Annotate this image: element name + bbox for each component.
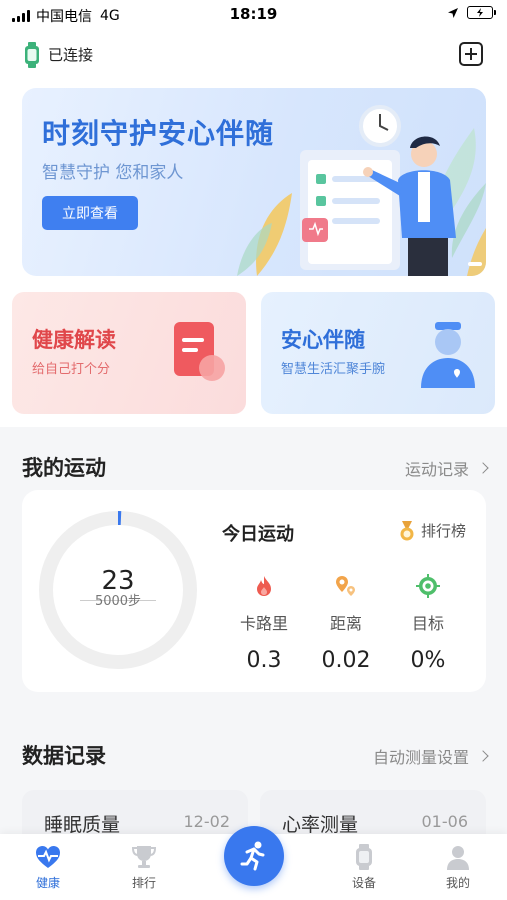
distance-label: 距离 [329,614,362,633]
add-button[interactable] [459,42,483,66]
goal-value: 0% [410,648,446,673]
exercise-section-header: 我的运动 运动记录 [0,446,507,486]
health-card-subtitle: 给自己打个分 [32,362,111,377]
auto-measure-settings-link[interactable]: 自动测量设置 [372,744,489,768]
view-now-button[interactable]: 立即查看 [42,196,138,230]
status-right [447,6,496,19]
leaderboard-link[interactable]: 排行榜 [398,520,466,541]
calories-value: 0.3 [246,648,282,673]
charging-bolt-icon [477,8,483,17]
records-section-title: 数据记录 [22,744,106,768]
tab-mine-label: 我的 [445,876,470,890]
heart-rate-date: 01-06 [421,812,469,831]
watch-icon [25,42,39,68]
chevron-right-icon [477,750,489,762]
tab-ranking-label: 排行 [131,876,156,890]
status-time: 18:19 [229,5,278,23]
calories-label: 卡路里 [239,614,288,633]
sleep-quality-title: 睡眠质量 [44,814,121,836]
distance-value: 0.02 [321,648,371,673]
goal-label: 目标 [411,614,444,633]
banner-subtitle: 智慧守护 您和家人 [42,163,184,183]
safety-card-subtitle: 智慧生活汇聚手腕 [281,362,386,377]
heart-pulse-icon [36,846,60,868]
bottom-tab-bar: 健康 排行 设备 我的 [0,826,507,900]
tab-mine[interactable]: 我的 [428,844,488,891]
exercise-record-link[interactable]: 运动记录 [404,456,489,480]
sleep-quality-date: 12-02 [183,812,231,831]
chevron-right-icon [477,462,489,474]
distance-metric: 距离 0.02 [306,574,386,673]
tab-device[interactable]: 设备 [334,844,394,891]
tab-device-label: 设备 [351,876,376,890]
heart-rate-title: 心率测量 [282,814,359,836]
watch-icon [356,844,372,870]
leaderboard-label: 排行榜 [420,522,466,540]
top-bar: 已连接 [0,30,507,82]
exercise-record-label: 运动记录 [404,460,469,479]
trophy-icon [131,846,157,868]
safety-card-title: 安心伴随 [281,328,365,352]
connection-status: 已连接 [48,46,94,64]
goal-metric: 目标 0% [388,574,468,673]
flame-icon [257,576,271,596]
location-pin-icon [336,576,355,596]
auto-measure-settings-label: 自动测量设置 [372,748,469,767]
records-section-header: 数据记录 自动测量设置 [0,734,507,774]
caregiver-icon [421,322,475,388]
tab-health[interactable]: 健康 [18,844,78,891]
banner-illustration [237,105,486,276]
tab-health-label: 健康 [35,876,60,890]
today-exercise-title: 今日运动 [222,524,294,545]
medal-icon [400,520,414,540]
status-bar: 中国电信 4G 18:19 [0,0,507,30]
steps-goal: 5000步 [94,594,142,609]
user-icon [447,846,469,870]
exercise-section-title: 我的运动 [22,456,106,480]
health-card-title: 健康解读 [32,328,116,352]
peace-of-mind-card[interactable]: 安心伴随 智慧生活汇聚手腕 [261,292,495,414]
location-arrow-icon [448,7,458,18]
tab-ranking[interactable]: 排行 [114,844,174,891]
exercise-card: 23 5000步 今日运动 排行榜 卡路里 0.3 距离 0.02 目标 0% [22,490,486,692]
health-analysis-card[interactable]: 健康解读 给自己打个分 [12,292,246,414]
report-document-icon [174,322,225,381]
start-exercise-button[interactable] [224,826,284,886]
promo-banner[interactable]: 时刻守护安心伴随 智慧守护 您和家人 立即查看 [22,88,486,276]
target-icon [416,574,440,598]
calories-metric: 卡路里 0.3 [224,574,304,673]
battery-icon [467,6,496,19]
running-icon [240,841,265,871]
